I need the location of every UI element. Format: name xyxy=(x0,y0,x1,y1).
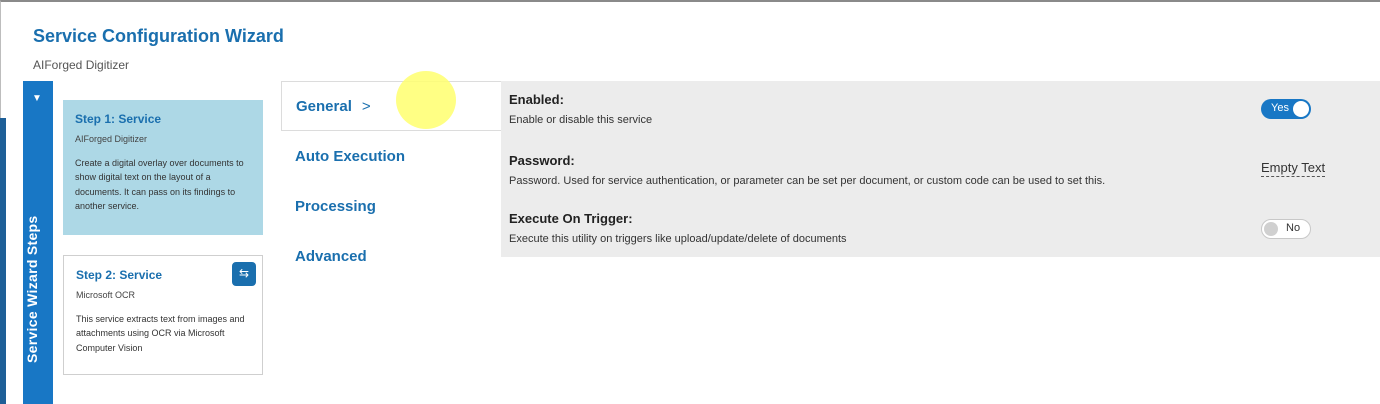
left-edge-strip xyxy=(0,118,6,404)
toggle-knob xyxy=(1264,222,1278,236)
general-settings-panel: Enabled: Enable or disable this service … xyxy=(501,81,1380,257)
step-service: Microsoft OCR xyxy=(76,289,136,300)
setting-execute-on-trigger: Execute On Trigger: Execute this utility… xyxy=(509,211,847,245)
setting-description: Password. Used for service authenticatio… xyxy=(509,175,1106,187)
tab-advanced[interactable]: Advanced xyxy=(281,231,501,281)
toggle-knob xyxy=(1293,101,1309,117)
enabled-toggle[interactable]: Yes xyxy=(1261,99,1311,119)
swap-icon[interactable]: ⇆ xyxy=(232,262,256,286)
step-card-2[interactable]: ⇆ Step 2: Service Microsoft OCR This ser… xyxy=(63,255,263,375)
step-description: Create a digital overlay over documents … xyxy=(75,157,244,212)
setting-name: Password: xyxy=(509,153,575,168)
chevron-right-icon: > xyxy=(361,97,371,115)
step-title: Step 2: Service xyxy=(76,268,163,282)
toggle-label: Yes xyxy=(1271,102,1289,114)
page-subtitle: AIForged Digitizer xyxy=(33,58,130,72)
toggle-label: No xyxy=(1286,222,1301,234)
execute-on-trigger-toggle[interactable]: No xyxy=(1261,219,1311,239)
tab-processing[interactable]: Processing xyxy=(281,181,501,231)
tab-label: General xyxy=(296,97,352,115)
tab-auto-execution[interactable]: Auto Execution xyxy=(281,131,501,181)
pin-icon[interactable]: ▼ xyxy=(32,93,42,104)
page-title: Service Configuration Wizard xyxy=(33,26,284,46)
setting-description: Enable or disable this service xyxy=(509,114,653,126)
setting-name: Execute On Trigger: xyxy=(509,211,633,226)
step-card-1[interactable]: Step 1: Service AIForged Digitizer Creat… xyxy=(63,100,263,235)
steps-sidebar[interactable]: ▼ Service Wizard Steps xyxy=(23,81,53,404)
password-field[interactable]: Empty Text xyxy=(1261,160,1326,177)
settings-tabs: General > Auto Execution Processing Adva… xyxy=(281,81,501,281)
cursor-highlight xyxy=(396,71,456,129)
step-description: This service extracts text from images a… xyxy=(76,313,245,353)
tab-label: Processing xyxy=(295,197,376,215)
setting-description: Execute this utility on triggers like up… xyxy=(509,233,847,245)
setting-password: Password: Password. Used for service aut… xyxy=(509,153,1105,187)
tab-label: Advanced xyxy=(295,247,367,265)
tab-label: Auto Execution xyxy=(295,147,406,165)
setting-enabled: Enabled: Enable or disable this service xyxy=(509,92,652,126)
tab-general[interactable]: General > xyxy=(281,81,501,131)
step-title: Step 1: Service xyxy=(75,112,162,126)
steps-sidebar-label: Service Wizard Steps xyxy=(24,215,40,364)
setting-name: Enabled: xyxy=(509,92,564,107)
step-service: AIForged Digitizer xyxy=(75,133,148,144)
